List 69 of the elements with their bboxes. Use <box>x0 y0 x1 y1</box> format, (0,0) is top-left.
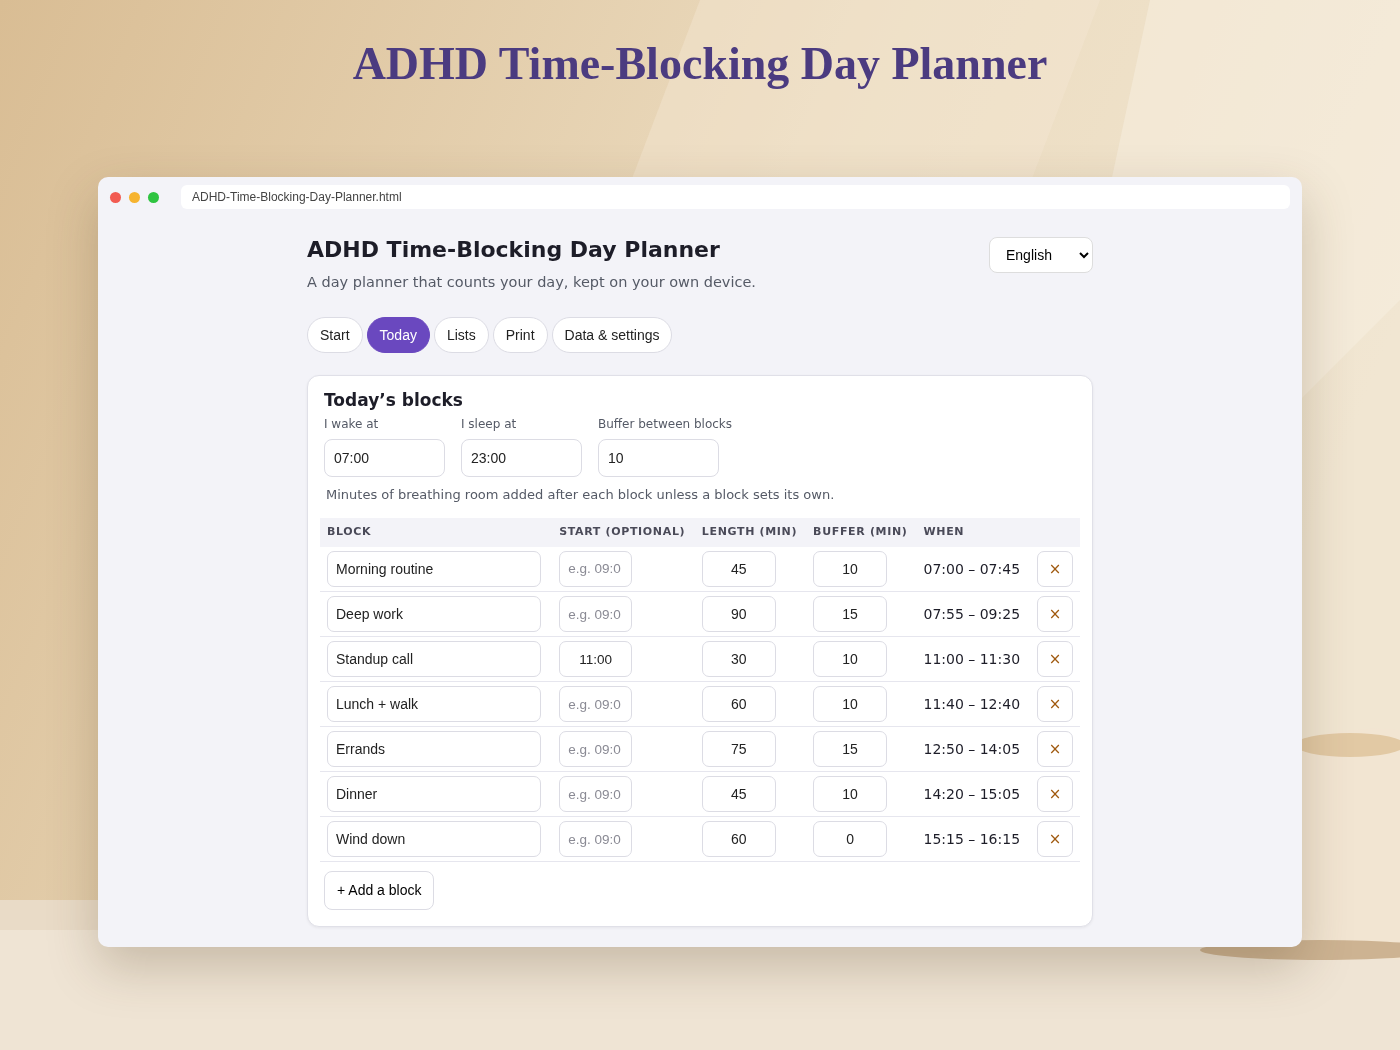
block-name-field[interactable]: Lunch + walk <box>327 686 541 723</box>
app-subtitle: A day planner that counts your day, kept on your own device. <box>307 272 756 292</box>
remove-button[interactable]: × <box>1037 550 1073 587</box>
block-name-field[interactable]: Morning routine <box>327 550 541 587</box>
address-bar[interactable]: ADHD-Time-Blocking-Day-Planner.html <box>181 185 1290 210</box>
remove-button[interactable]: × <box>1037 596 1073 633</box>
length-field[interactable]: 45 <box>701 776 776 813</box>
time-range: 14:20 – 15:05 <box>923 786 1021 803</box>
block-name-field[interactable]: Dinner <box>327 776 541 813</box>
buffer-field[interactable]: 10 <box>813 550 888 587</box>
length-field[interactable]: 90 <box>701 596 776 633</box>
field-label: I sleep at <box>461 415 518 433</box>
nav-tab[interactable]: Print <box>492 317 548 354</box>
column-header: START (OPTIONAL) <box>559 525 686 539</box>
maximize-dot-icon[interactable] <box>148 191 159 203</box>
start-time-field[interactable]: e.g. 09:0 <box>559 731 633 768</box>
start-time-field[interactable]: e.g. 09:0 <box>559 821 633 858</box>
time-range: 11:00 – 11:30 <box>923 651 1021 668</box>
length-field[interactable]: 60 <box>701 686 776 723</box>
text-field[interactable]: 07:00 <box>324 438 445 477</box>
nav-tab[interactable]: Data & settings <box>551 317 673 354</box>
column-header: LENGTH (MIN) <box>701 525 798 539</box>
time-range: 07:55 – 09:25 <box>923 606 1021 623</box>
buffer-field[interactable]: 10 <box>813 641 888 678</box>
block-name-field[interactable]: Standup call <box>327 641 541 678</box>
text-field[interactable]: 23:00 <box>461 438 582 477</box>
column-header: BUFFER (MIN) <box>813 525 908 539</box>
block-name-field[interactable]: Deep work <box>327 596 541 633</box>
remove-button[interactable]: × <box>1037 686 1073 723</box>
start-time-field[interactable]: 11:00 <box>559 641 633 678</box>
block-name-field[interactable]: Wind down <box>327 821 541 858</box>
buffer-field[interactable]: 15 <box>813 731 888 768</box>
buffer-field[interactable]: 10 <box>813 686 888 723</box>
hint-text: Minutes of breathing room added after each block unless a block sets its own. <box>326 485 836 504</box>
text-field[interactable]: 10 <box>598 438 719 477</box>
language-select[interactable]: English <box>989 237 1093 274</box>
remove-button[interactable]: × <box>1037 821 1073 858</box>
column-header: WHEN <box>923 525 965 539</box>
buffer-field[interactable]: 10 <box>813 776 888 813</box>
length-field[interactable]: 75 <box>701 731 776 768</box>
length-field[interactable]: 30 <box>701 641 776 678</box>
time-range: 12:50 – 14:05 <box>923 741 1021 758</box>
remove-button[interactable]: × <box>1037 731 1073 768</box>
add-block-button[interactable]: + Add a block <box>324 871 435 911</box>
start-time-field[interactable]: e.g. 09:0 <box>559 686 633 723</box>
buffer-field[interactable]: 15 <box>813 596 888 633</box>
field-label: Buffer between blocks <box>598 415 733 433</box>
remove-button[interactable]: × <box>1037 776 1073 813</box>
section-title: Today’s blocks <box>324 390 464 411</box>
nav-tab[interactable]: Start <box>307 317 363 354</box>
buffer-field[interactable]: 0 <box>813 821 888 858</box>
app-title: ADHD Time-Blocking Day Planner <box>307 237 721 264</box>
time-range: 11:40 – 12:40 <box>923 696 1021 713</box>
close-dot-icon[interactable] <box>110 191 121 203</box>
nav-tab[interactable]: Today <box>366 317 430 354</box>
length-field[interactable]: 60 <box>701 821 776 858</box>
block-name-field[interactable]: Errands <box>327 731 541 768</box>
start-time-field[interactable]: e.g. 09:0 <box>559 550 633 587</box>
start-time-field[interactable]: e.g. 09:0 <box>559 596 633 633</box>
length-field[interactable]: 45 <box>701 550 776 587</box>
nav-tab[interactable]: Lists <box>433 317 489 354</box>
column-header: BLOCK <box>327 525 372 539</box>
time-range: 07:00 – 07:45 <box>923 560 1021 577</box>
start-time-field[interactable]: e.g. 09:0 <box>559 776 633 813</box>
field-label: I wake at <box>324 415 380 433</box>
minimize-dot-icon[interactable] <box>129 191 140 203</box>
page-headline: ADHD Time-Blocking Day Planner <box>352 37 1048 91</box>
remove-button[interactable]: × <box>1037 641 1073 678</box>
time-range: 15:15 – 16:15 <box>923 831 1021 848</box>
